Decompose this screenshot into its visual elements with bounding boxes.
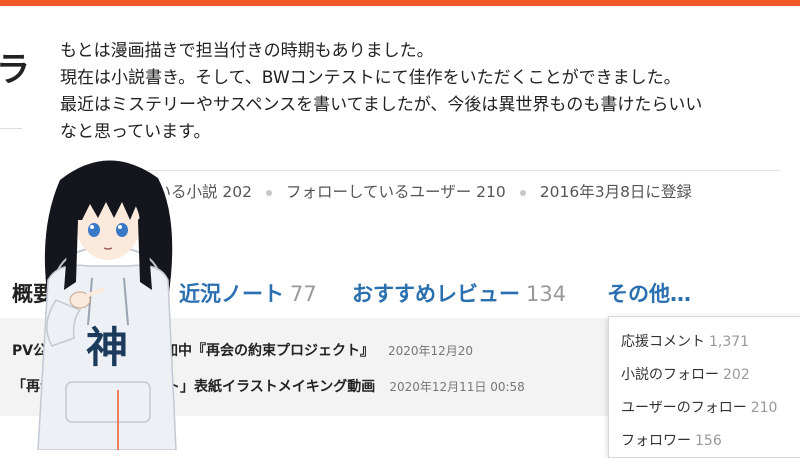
menu-item-label: 応援コメント	[621, 334, 705, 350]
menu-item-label: フォロワー	[621, 433, 691, 449]
stat-registered-date: 2016年3月8日に登録	[539, 183, 692, 201]
profile-name-fragment: ラ	[0, 50, 30, 90]
stat-following-users[interactable]: フォローしているユーザー 210	[286, 183, 506, 201]
menu-item-count: 1,371	[709, 334, 750, 350]
menu-item-label: 小説のフォロー	[621, 367, 719, 383]
feed-item-date: 2020年12月20	[387, 344, 474, 358]
hoodie-kanji: 神	[86, 323, 128, 372]
profile-name-divider	[0, 128, 22, 129]
tab-activity-notes[interactable]: 近況ノート 77	[179, 278, 317, 308]
profile-stats: ている小説 202 フォローしているユーザー 210 2016年3月8日に登録	[140, 180, 692, 202]
profile-bio: もとは漫画描きで担当付きの時期もありました。 現在は小説書き。そして、BWコンテ…	[60, 38, 780, 146]
bio-line: もとは漫画描きで担当付きの時期もありました。	[60, 41, 434, 61]
eye-highlight	[118, 225, 122, 229]
stat-separator-dot	[266, 189, 273, 196]
tab-more[interactable]: その他…	[607, 278, 691, 308]
menu-item-label: ユーザーのフォロー	[621, 400, 747, 416]
tab-count: 134	[526, 282, 567, 306]
mascot-character-illustration: 神	[37, 160, 177, 450]
tab-label: おすすめレビュー	[352, 282, 520, 306]
menu-item-count: 156	[695, 433, 722, 449]
more-dropdown-menu: 応援コメント 1,371 小説のフォロー 202 ユーザーのフォロー 210 フォロワ…	[608, 316, 800, 458]
tab-count: 77	[290, 282, 317, 306]
feed-item-date: 2020年12月11日 00:58	[389, 380, 525, 394]
stats-divider	[138, 170, 780, 171]
tab-recommended-reviews[interactable]: おすすめレビュー 134	[352, 278, 566, 308]
bio-line: 現在は小説書き。そして、BWコンテストにて佳作をいただくことができました。	[60, 68, 681, 88]
menu-item-user-follows[interactable]: ユーザーのフォロー 210	[621, 397, 777, 417]
menu-item-novel-follows[interactable]: 小説のフォロー 202	[621, 364, 750, 384]
menu-item-followers[interactable]: フォロワー 156	[621, 430, 722, 450]
menu-item-count: 202	[723, 367, 750, 383]
bio-line: 最近はミステリーやサスペンスを書いてましたが、今後は異世界ものも書けたらいい	[60, 95, 703, 115]
tab-label: その他…	[607, 282, 691, 306]
stat-separator-dot	[519, 189, 526, 196]
top-accent-bar	[0, 0, 800, 6]
eye-highlight	[90, 225, 94, 229]
eye-left	[88, 223, 100, 237]
menu-item-count: 210	[750, 400, 778, 416]
bio-line: なと思っています。	[60, 122, 211, 142]
eye-right	[116, 223, 128, 237]
menu-item-cheer-comments[interactable]: 応援コメント 1,371	[621, 331, 749, 351]
